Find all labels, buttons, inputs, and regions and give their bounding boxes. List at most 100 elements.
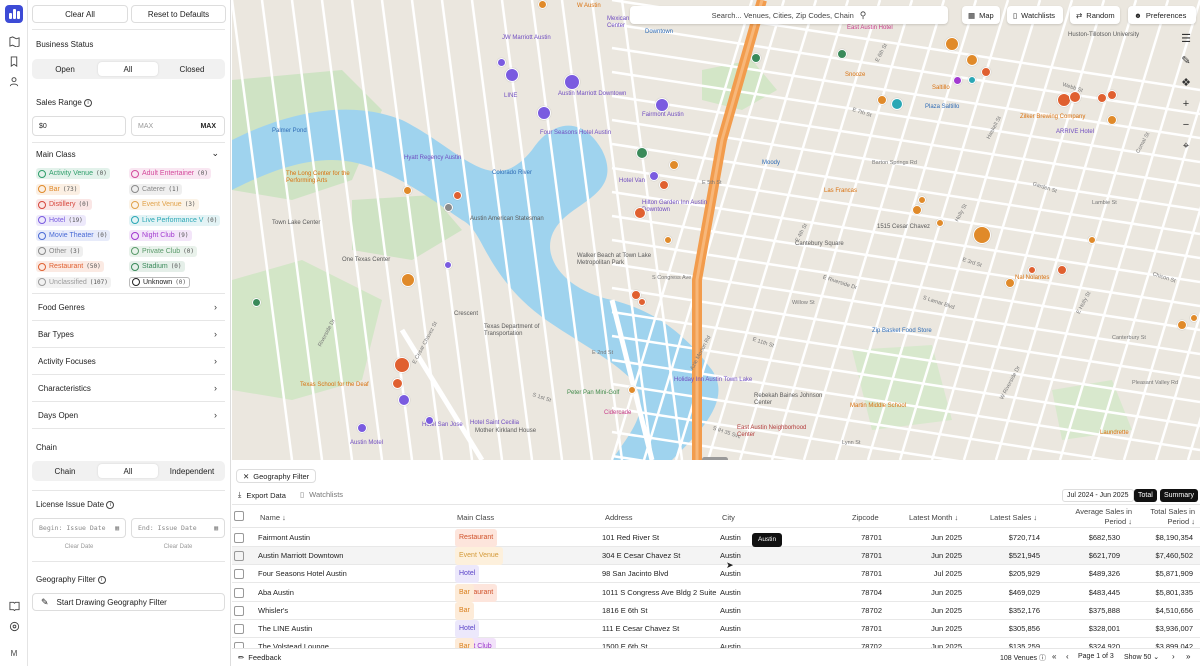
venue-marker[interactable] xyxy=(1088,236,1096,244)
main-class-chip[interactable]: Movie Theater (0) xyxy=(36,230,111,241)
accordion-days-open[interactable]: Days Open › xyxy=(32,402,225,429)
page-size-select[interactable]: Show 50 ⌄ xyxy=(1124,653,1159,661)
venue-name[interactable]: Austin Marriott Downtown xyxy=(258,547,448,565)
begin-date-input[interactable]: Begin: Issue Date ▦ xyxy=(32,518,126,538)
venue-marker[interactable] xyxy=(537,0,547,9)
total-toggle[interactable]: Total xyxy=(1134,489,1157,502)
venue-marker[interactable] xyxy=(391,377,403,389)
table-row[interactable]: Whisler's Bar 1816 E 6th St Austin 78702 Jun … xyxy=(232,601,1200,620)
clear-end-date[interactable]: Clear Date xyxy=(131,544,225,550)
clear-begin-date[interactable]: Clear Date xyxy=(32,544,126,550)
venue-name[interactable]: Whisler's xyxy=(258,602,448,620)
venue-marker[interactable] xyxy=(628,386,636,394)
main-class-chip[interactable]: Other (3) xyxy=(36,245,84,257)
accordion-activity-focuses[interactable]: Activity Focuses › xyxy=(32,348,225,375)
user-nav-icon[interactable] xyxy=(8,75,20,87)
select-all-checkbox[interactable] xyxy=(234,511,244,521)
venue-marker[interactable] xyxy=(669,160,679,170)
venue-marker[interactable] xyxy=(424,415,434,425)
table-row[interactable]: Aba Austin Restaurant Bar 1011 S Congress A… xyxy=(232,583,1200,602)
main-class-chip[interactable]: Bar (73) xyxy=(36,183,81,195)
venue-marker[interactable] xyxy=(981,67,991,77)
help-icon[interactable] xyxy=(8,620,20,632)
venue-marker[interactable] xyxy=(837,49,847,59)
table-row[interactable]: Four Seasons Hotel Austin Hotel 98 San Jac… xyxy=(232,565,1200,584)
info-icon[interactable]: i xyxy=(97,575,106,584)
accordion-bar-types[interactable]: Bar Types › xyxy=(32,321,225,348)
venue-marker[interactable] xyxy=(1190,314,1198,322)
map-button[interactable]: ▦ Map xyxy=(962,6,1000,24)
info-icon[interactable]: i xyxy=(84,98,93,107)
venue-marker[interactable] xyxy=(918,196,926,204)
venue-marker[interactable] xyxy=(638,298,646,306)
venue-marker[interactable] xyxy=(564,74,580,90)
venue-marker[interactable] xyxy=(402,185,412,195)
venue-marker[interactable] xyxy=(936,219,944,227)
main-class-chip[interactable]: Adult Entertainer (0) xyxy=(129,168,211,179)
venue-marker[interactable] xyxy=(444,261,452,269)
col-latest-month[interactable]: Latest Month ↓ xyxy=(909,513,958,522)
main-class-chip[interactable]: Night Club (9) xyxy=(129,230,192,241)
col-main-class[interactable]: Main Class xyxy=(457,513,494,522)
chevron-down-icon[interactable]: ⌄ xyxy=(211,148,219,159)
venue-marker[interactable] xyxy=(1057,265,1067,275)
venue-marker[interactable] xyxy=(664,236,672,244)
venue-marker[interactable] xyxy=(496,57,506,67)
venue-marker[interactable] xyxy=(659,180,669,190)
chain-all-option[interactable]: All xyxy=(98,464,158,478)
table-row[interactable]: Fairmont Austin HotelRestaurant101 Red Ri… xyxy=(232,529,1200,547)
main-class-chip[interactable]: Unclassified (107) xyxy=(36,276,111,288)
status-closed-option[interactable]: Closed xyxy=(162,62,222,76)
col-name[interactable]: Name ↓ xyxy=(260,513,286,522)
venue-marker[interactable] xyxy=(443,202,453,212)
venue-marker[interactable] xyxy=(505,68,519,82)
venue-marker[interactable] xyxy=(1107,115,1117,125)
venue-marker[interactable] xyxy=(877,95,887,105)
venue-marker[interactable] xyxy=(357,423,367,433)
first-page-icon[interactable]: « xyxy=(1052,652,1056,661)
map-search-input[interactable]: Search... Venues, Cities, Zip Codes, Cha… xyxy=(630,6,948,24)
map-nav-icon[interactable] xyxy=(8,35,20,47)
venue-name[interactable]: The LINE Austin xyxy=(258,620,448,638)
end-date-input[interactable]: End: Issue Date ▦ xyxy=(131,518,225,538)
venue-marker[interactable] xyxy=(1069,91,1081,103)
accordion-characteristics[interactable]: Characteristics › xyxy=(32,375,225,402)
venue-marker[interactable] xyxy=(1097,93,1107,103)
venue-marker[interactable] xyxy=(401,273,415,287)
venue-marker[interactable] xyxy=(452,190,462,200)
sales-max-input[interactable]: MAX MAX xyxy=(131,116,225,136)
book-icon[interactable] xyxy=(8,600,20,612)
map-canvas[interactable] xyxy=(232,0,1200,460)
row-checkbox[interactable] xyxy=(234,569,244,580)
main-class-chip[interactable]: Event Venue (3) xyxy=(129,199,199,210)
prev-page-icon[interactable]: ‹ xyxy=(1066,652,1069,661)
main-class-chip[interactable]: Live Performance V (0) xyxy=(129,214,221,226)
venue-marker[interactable] xyxy=(968,76,976,84)
locate-icon[interactable]: ⌖ xyxy=(1177,137,1195,155)
close-icon[interactable]: ✕ xyxy=(243,472,249,481)
draw-pencil-icon[interactable]: ✎ xyxy=(1177,51,1195,69)
info-icon[interactable]: ⓘ xyxy=(1039,655,1046,662)
preferences-button[interactable]: ☻ Preferences xyxy=(1128,6,1196,24)
venue-marker[interactable] xyxy=(1028,266,1036,274)
venue-marker[interactable] xyxy=(973,226,991,244)
venue-marker[interactable] xyxy=(655,98,669,112)
main-class-chip[interactable]: Distillery (0) xyxy=(36,199,93,210)
layers-icon[interactable]: ☰ xyxy=(1177,29,1195,47)
venue-marker[interactable] xyxy=(912,205,922,215)
venue-marker[interactable] xyxy=(1177,320,1187,330)
start-drawing-button[interactable]: ✎ Start Drawing Geography Filter xyxy=(32,593,225,611)
main-class-chip[interactable]: Hotel (19) xyxy=(36,214,86,226)
row-checkbox[interactable] xyxy=(234,605,244,616)
col-total-sales[interactable]: Total Sales in Period ↓ xyxy=(1127,507,1195,527)
col-address[interactable]: Address xyxy=(605,513,633,522)
row-checkbox[interactable] xyxy=(234,533,244,543)
chain-option[interactable]: Chain xyxy=(36,464,94,478)
bookmark-nav-icon[interactable] xyxy=(8,55,20,67)
compass-icon[interactable]: ❖ xyxy=(1177,73,1195,91)
watchlists-button[interactable]: ▯ Watchlists xyxy=(1007,6,1063,24)
independent-option[interactable]: Independent xyxy=(162,464,222,478)
info-icon[interactable]: i xyxy=(106,500,115,509)
venue-marker[interactable] xyxy=(636,147,648,159)
venue-marker[interactable] xyxy=(1005,278,1015,288)
